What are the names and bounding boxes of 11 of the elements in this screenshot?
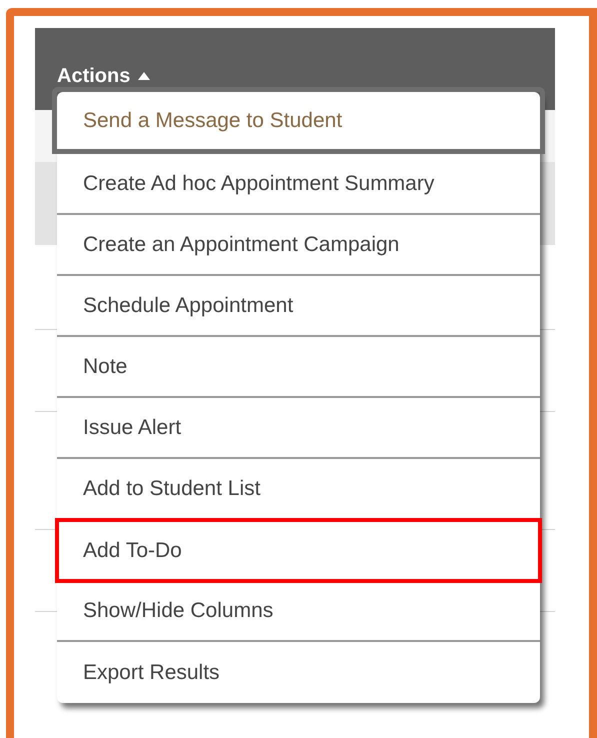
menu-item[interactable]: Send a Message to Student [52,87,545,154]
menu-item[interactable]: Schedule Appointment [57,276,540,337]
menu-item[interactable]: Create an Appointment Campaign [57,215,540,276]
menu-item[interactable]: Export Results [57,642,540,703]
menu-item[interactable]: Add to Student List [57,459,540,520]
menu-item[interactable]: Add To-Do [55,518,542,583]
menu-item[interactable]: Note [57,337,540,398]
menu-item[interactable]: Show/Hide Columns [57,581,540,642]
menu-item[interactable]: Create Ad hoc Appointment Summary [57,154,540,215]
menu-item[interactable]: Issue Alert [57,398,540,459]
actions-button[interactable]: Actions [57,66,150,86]
